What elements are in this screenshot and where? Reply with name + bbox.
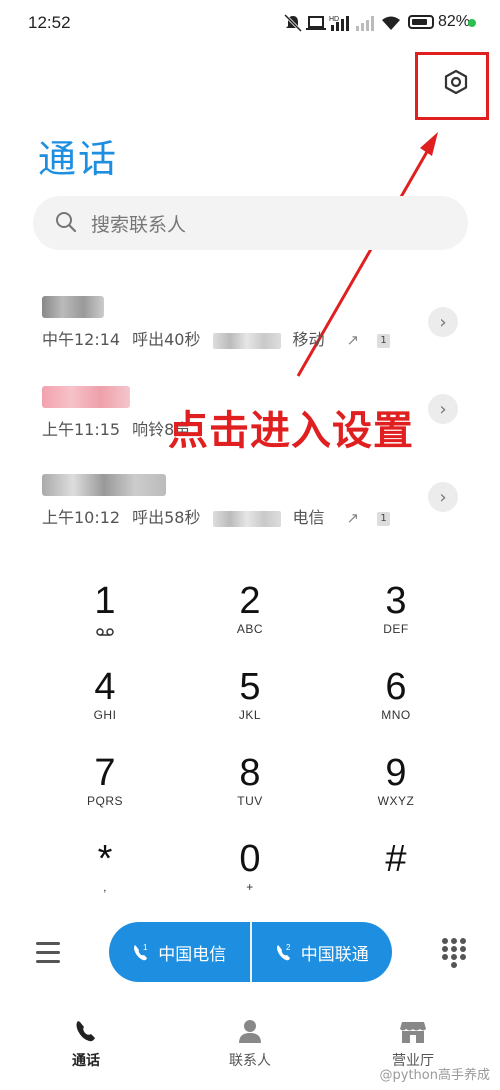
key-digit: 8 (239, 752, 261, 794)
divider (249, 922, 252, 982)
call-log-row[interactable]: 上午10:12 呼出58秒 电信 ↗ 1 › (0, 468, 500, 556)
menu-button[interactable] (36, 940, 62, 966)
number-redacted (212, 510, 281, 527)
key-digit: 4 (94, 666, 116, 708)
call-carrier: 电信 (292, 508, 325, 527)
key-0[interactable]: 0 + (190, 838, 310, 918)
voicemail-icon (96, 628, 114, 636)
search-input[interactable]: 搜索联系人 (33, 196, 468, 250)
call-time: 上午11:15 (42, 420, 121, 439)
key-digit: 9 (385, 752, 407, 794)
dialpad-toggle-button[interactable] (440, 938, 468, 968)
call-time: 中午12:14 (42, 330, 121, 349)
nav-label: 联系人 (229, 1053, 271, 1069)
search-icon (56, 212, 77, 233)
phone-icon (76, 1021, 95, 1042)
key-2[interactable]: 2 ABC (190, 580, 310, 660)
key-7[interactable]: 7 PQRS (45, 752, 165, 832)
key-6[interactable]: 6 MNO (336, 666, 456, 746)
contact-name-redacted (42, 386, 130, 408)
key-letters: JKL (238, 708, 262, 722)
sim-badge: 1 (377, 511, 391, 526)
key-digit: 0 (239, 838, 261, 880)
nav-calls[interactable]: 通话 (36, 1018, 136, 1070)
person-icon (239, 1020, 261, 1043)
call-time: 上午10:12 (42, 508, 121, 527)
call-sim1-button[interactable]: 1 中国电信 (109, 922, 250, 982)
key-hash[interactable]: # (336, 838, 456, 918)
chevron-right-icon: › (439, 398, 447, 420)
dialpad-icon (442, 938, 448, 944)
key-letters: WXYZ (377, 794, 415, 808)
key-letters: , (103, 880, 107, 894)
annotation-text: 点击进入设置 (168, 408, 414, 454)
key-digit: # (385, 838, 407, 880)
key-letters: DEF (383, 622, 409, 636)
key-digit: 2 (239, 580, 261, 622)
key-5[interactable]: 5 JKL (190, 666, 310, 746)
key-letters: + (246, 880, 254, 894)
key-3[interactable]: 3 DEF (336, 580, 456, 660)
key-letters: PQRS (86, 794, 123, 808)
key-digit: 3 (385, 580, 407, 622)
nav-label: 通话 (72, 1053, 100, 1069)
key-digit: 7 (94, 752, 116, 794)
phone-sim1-icon: 1 (134, 943, 148, 961)
key-letters: GHI (93, 708, 117, 722)
menu-icon (36, 942, 60, 945)
search-placeholder: 搜索联系人 (91, 214, 187, 236)
store-icon (400, 1022, 426, 1043)
nav-store[interactable]: 营业厅 (363, 1018, 463, 1070)
svg-text:2: 2 (286, 943, 291, 952)
key-9[interactable]: 9 WXYZ (336, 752, 456, 832)
call-detail-button[interactable]: › (428, 482, 458, 512)
sim-badge: 1 (377, 333, 391, 348)
key-digit: 1 (94, 580, 116, 622)
call-detail: 中午12:14 呼出40秒 移动 ↗ 1 (42, 326, 402, 350)
nav-contacts[interactable]: 联系人 (200, 1018, 300, 1070)
call-detail-button[interactable]: › (428, 394, 458, 424)
call-type-duration: 呼出58秒 (132, 508, 201, 527)
key-4[interactable]: 4 GHI (45, 666, 165, 746)
call-detail: 上午10:12 呼出58秒 电信 ↗ 1 (42, 504, 402, 528)
key-letters: MNO (381, 708, 411, 722)
key-digit: * (97, 838, 113, 880)
key-8[interactable]: 8 TUV (190, 752, 310, 832)
outgoing-arrow-icon: ↗ (346, 331, 360, 349)
key-letters: TUV (237, 794, 263, 808)
number-redacted (212, 332, 281, 349)
contact-name-redacted (42, 474, 166, 496)
call-buttons: 1 中国电信 2 中国联通 (109, 922, 392, 982)
outgoing-arrow-icon: ↗ (346, 509, 360, 527)
call-type-duration: 呼出40秒 (132, 330, 201, 349)
key-star[interactable]: * , (45, 838, 165, 918)
key-digit: 6 (385, 666, 407, 708)
key-1[interactable]: 1 (45, 580, 165, 660)
chevron-right-icon: › (439, 311, 447, 333)
sim1-label: 中国电信 (158, 944, 227, 965)
contact-name-redacted (42, 296, 104, 318)
key-digit: 5 (239, 666, 261, 708)
call-log-row[interactable]: 中午12:14 呼出40秒 移动 ↗ 1 › (0, 290, 500, 378)
call-detail-button[interactable]: › (428, 307, 458, 337)
watermark: @python高手养成 (379, 1068, 490, 1083)
sim2-label: 中国联通 (300, 944, 369, 965)
key-letters: ABC (236, 622, 264, 636)
svg-text:1: 1 (143, 943, 148, 952)
page-title: 通话 (38, 137, 119, 181)
call-sim2-button[interactable]: 2 中国联通 (252, 922, 393, 982)
call-carrier: 移动 (292, 330, 325, 349)
chevron-right-icon: › (439, 486, 447, 508)
phone-sim2-icon: 2 (276, 943, 291, 961)
